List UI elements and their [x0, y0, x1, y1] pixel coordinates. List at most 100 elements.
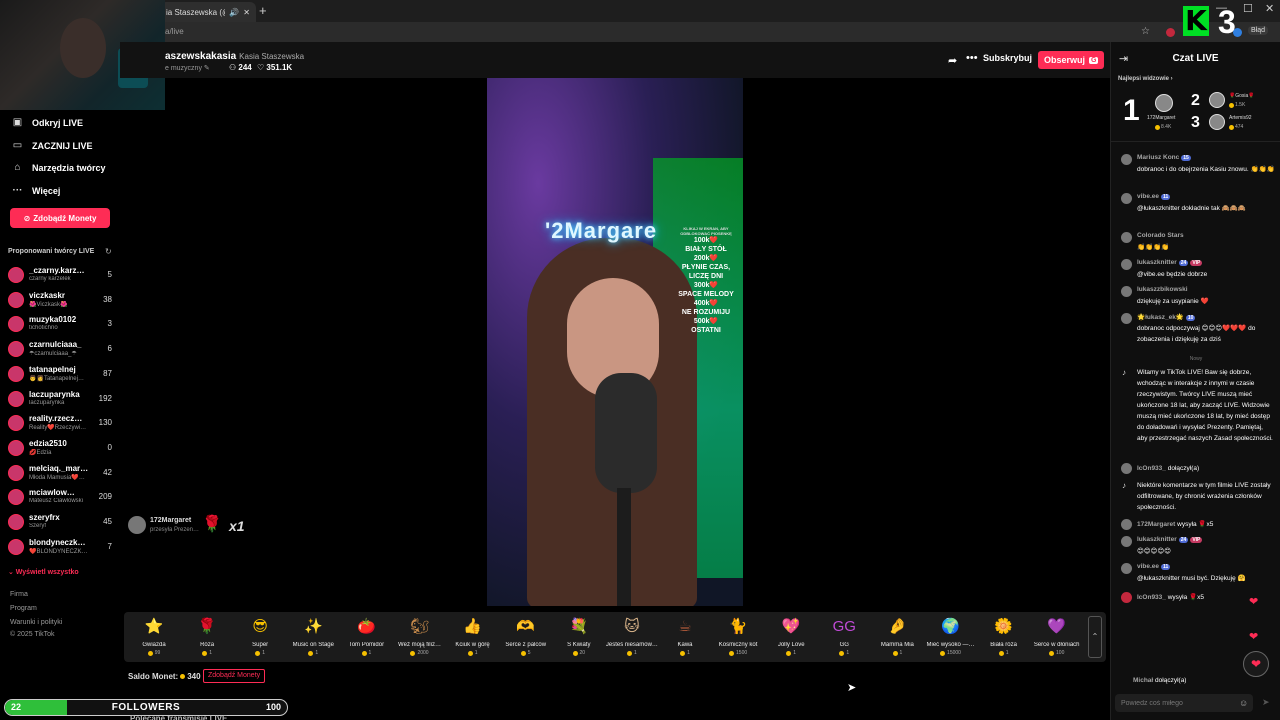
chat-message[interactable]: vibe.ee 11 @łukaszknitter dokładnie tak 🙈…	[1121, 193, 1276, 225]
subscribe-button[interactable]: Subskrybuj	[983, 53, 1032, 63]
footer-terms-link[interactable]: Warunki i polityki	[10, 619, 62, 626]
creator-name: laczuparynka	[29, 389, 80, 399]
nav-creator-tools[interactable]: ⌂ Narzędzia twórcy	[12, 162, 106, 173]
gift-item[interactable]: 🐈 Kosmiczny kot 1500	[712, 616, 764, 662]
host-username[interactable]: aszewskakasia Kasia Staszewska	[165, 51, 304, 62]
creator-name: czarnulciaaa_	[29, 340, 82, 350]
suggested-creator[interactable]: laczuparynka laczuparynka 192	[8, 389, 116, 411]
nav-more[interactable]: ··· Więcej	[12, 185, 61, 196]
like-heart-button[interactable]: ❤	[1243, 651, 1269, 677]
share-icon[interactable]: ➦	[948, 54, 957, 67]
gift-item[interactable]: GG GG 1	[818, 616, 870, 662]
live-video[interactable]: '2Margare KLIKAJ W EKRAN, ABY ODBLOKOWAĆ…	[487, 78, 743, 606]
suggested-creator[interactable]: blondyneczk… ❤️BLONDYNECZK… 7	[8, 537, 116, 559]
gift-item[interactable]: 👍 Kciuk w górę 1	[447, 616, 499, 662]
top-viewer-avatar[interactable]	[1209, 114, 1225, 130]
avatar	[8, 464, 24, 481]
browser-error-button[interactable]: Błąd	[1248, 26, 1269, 35]
close-window-button[interactable]: ✕	[1265, 2, 1274, 15]
avatar	[1121, 154, 1132, 165]
chat-message[interactable]: lukaszknitter 24 VIP @vibe.ee będzie dobrz…	[1121, 259, 1276, 281]
gift-price: 1	[978, 650, 1030, 656]
gift-name: Mamma Mia	[880, 642, 914, 648]
nav-discover-live[interactable]: ▣ Odkryj LIVE	[12, 117, 83, 128]
gift-name: Gwiazda	[142, 642, 166, 648]
gift-item[interactable]: 😎 Super 1	[234, 616, 286, 662]
gift-item[interactable]: 💖 Jolly Love 1	[765, 616, 817, 662]
gift-item[interactable]: ✨ Music on Stage 1	[287, 616, 339, 662]
more-options-icon[interactable]: •••	[966, 52, 978, 64]
creator-nickname: laczuparynka	[29, 399, 65, 406]
address-bar[interactable]: a/live ☆ Błąd	[0, 22, 1280, 42]
goal-song: PŁYNIE CZAS, LICZĘ DNI	[681, 264, 731, 280]
tab-close-icon[interactable]: ✕	[243, 8, 250, 17]
gift-item[interactable]: ⭐ Gwiazda 99	[128, 616, 180, 662]
gift-item[interactable]: 🐱 Jesteś niesamow… 1	[606, 616, 658, 662]
extension-icon[interactable]	[1166, 28, 1175, 37]
host-handle: aszewskakasia	[165, 51, 237, 62]
chat-message[interactable]: lukaszknitter 24 VIP 😊😊😊😊😊	[1121, 536, 1276, 558]
gift-item[interactable]: 🌹 Róża 1	[181, 616, 233, 662]
gift-bar-expand-button[interactable]: ⌃	[1088, 616, 1102, 658]
footer-company-link[interactable]: Firma	[10, 591, 28, 598]
gift-item[interactable]: 🤌 Mamma Mia 1	[871, 616, 923, 662]
gift-item[interactable]: 🫶 Serce z palców 5	[500, 616, 552, 662]
suggested-creator[interactable]: szeryfrx Szeryf 45	[8, 512, 116, 534]
chat-message[interactable]: 🌟łukasz_ek🌟 10 dobranoc odpoczywaj 😊😊😊❤️❤…	[1121, 313, 1276, 345]
suggested-creator[interactable]: viczkaskr 🌺Viczkask🌺 38	[8, 290, 116, 312]
goal-song: SPACE MELODY	[678, 291, 734, 298]
suggested-creator[interactable]: tatanapelnej 👨👩Tatanapelnej… 87	[8, 364, 116, 386]
follow-label: Obserwuj	[1044, 55, 1086, 65]
browser-tab[interactable]: ia Staszewska (@stasz… 🔊 ✕	[160, 2, 256, 22]
gift-notification: 172Margaret przesyła Prezen… 🌹 x1	[128, 516, 258, 538]
nav-start-live[interactable]: ▭ ZACZNIJ LIVE	[12, 140, 93, 151]
suggested-creator[interactable]: reality.rzecz… Reality❤️Rzeczywi… 130	[8, 413, 116, 435]
emoji-icon[interactable]: ☺	[1239, 698, 1248, 708]
get-coins-small-button[interactable]: Zdobądź Monety	[203, 669, 266, 683]
get-coins-button[interactable]: ⊘ Zdobądź Monety	[10, 208, 110, 228]
webcam-person	[60, 18, 106, 78]
bookmark-star-icon[interactable]: ☆	[1141, 26, 1150, 37]
gift-message: 172Margaret wysyła 🌹x5	[1121, 519, 1276, 531]
speaker-icon[interactable]: 🔊	[229, 8, 239, 17]
chat-message[interactable]: Colorado Stars 👏👏👏👏	[1121, 232, 1276, 254]
gift-item[interactable]: 🌼 Biała róża 1	[978, 616, 1030, 662]
chat-input[interactable]	[1115, 694, 1253, 712]
gift-item[interactable]: 🐿 Weź moją filiż… 2000	[394, 616, 446, 662]
top-viewer-avatar[interactable]	[1155, 94, 1173, 112]
gift-item[interactable]: 💜 Serce w dłoniach 100	[1031, 616, 1083, 662]
creator-name: tatanapelnej	[29, 364, 76, 374]
suggested-creator[interactable]: czarnulciaaa_ ☂czarnulciaaa_☂ 6	[8, 339, 116, 361]
gift-name: Jesteś niesamow…	[605, 642, 658, 648]
send-icon[interactable]: ➤	[1262, 697, 1270, 708]
chat-message[interactable]: Mariusz Konc 15 dobranoc i do obejrzenia …	[1121, 154, 1276, 186]
suggested-creator[interactable]: edzia2510 💋Edzia 0	[8, 438, 116, 460]
gift-name: Kosmiczny kot	[718, 642, 758, 648]
suggested-creator[interactable]: muzyka0102 tichotichno 3	[8, 314, 116, 336]
chat-message[interactable]: lukaszzbikowski dziękuję za usypianie ❤️	[1121, 286, 1276, 308]
camera-icon: ▭	[12, 140, 23, 151]
top-viewer-avatar[interactable]	[1209, 92, 1225, 108]
suggested-creator[interactable]: melciaq._mar… Młoda Mamusia❤️… 42	[8, 463, 116, 485]
gift-item[interactable]: 💐 S Kwiaty 20	[553, 616, 605, 662]
gift-item[interactable]: 🌍 Mieć wysoko —… 15000	[925, 616, 977, 662]
show-all-link[interactable]: ⌄ Wyświetl wszystko	[8, 568, 79, 576]
gift-item[interactable]: 🍅 Tom Pomidor 1	[340, 616, 392, 662]
gift-name: Super	[252, 642, 269, 648]
live-category[interactable]: e muzyczny ✎	[165, 64, 210, 72]
chat-message[interactable]: vibe.ee 11 @łukaszknitter musi być. Dzięk…	[1121, 563, 1276, 585]
footer-program-link[interactable]: Program	[10, 605, 37, 612]
nav-label: Narzędzia twórcy	[32, 162, 106, 173]
follow-button[interactable]: Obserwuj G	[1038, 51, 1105, 69]
gift-name: Mieć wysoko —…	[926, 642, 975, 648]
top-viewers-title[interactable]: Najlepsi widzowie ›	[1118, 76, 1173, 82]
system-message: ♪ Niektóre komentarze w tym filmie LIVE …	[1121, 480, 1276, 516]
url-text[interactable]: a/live	[165, 27, 184, 36]
gift-item[interactable]: ☕ Kawa 1	[659, 616, 711, 662]
maximize-button[interactable]: ☐	[1243, 2, 1253, 15]
chat-text: dobranoc odpoczywaj 😊😊😊❤️❤️❤️ do zobacze…	[1137, 325, 1256, 343]
suggested-creator[interactable]: _czarny.karz… czarny karzelek 5	[8, 265, 116, 287]
suggested-creator[interactable]: mciawlow… Mateusz Ciawlowski 209	[8, 487, 116, 509]
new-tab-button[interactable]: +	[259, 3, 267, 18]
refresh-icon[interactable]: ↻	[105, 247, 112, 256]
